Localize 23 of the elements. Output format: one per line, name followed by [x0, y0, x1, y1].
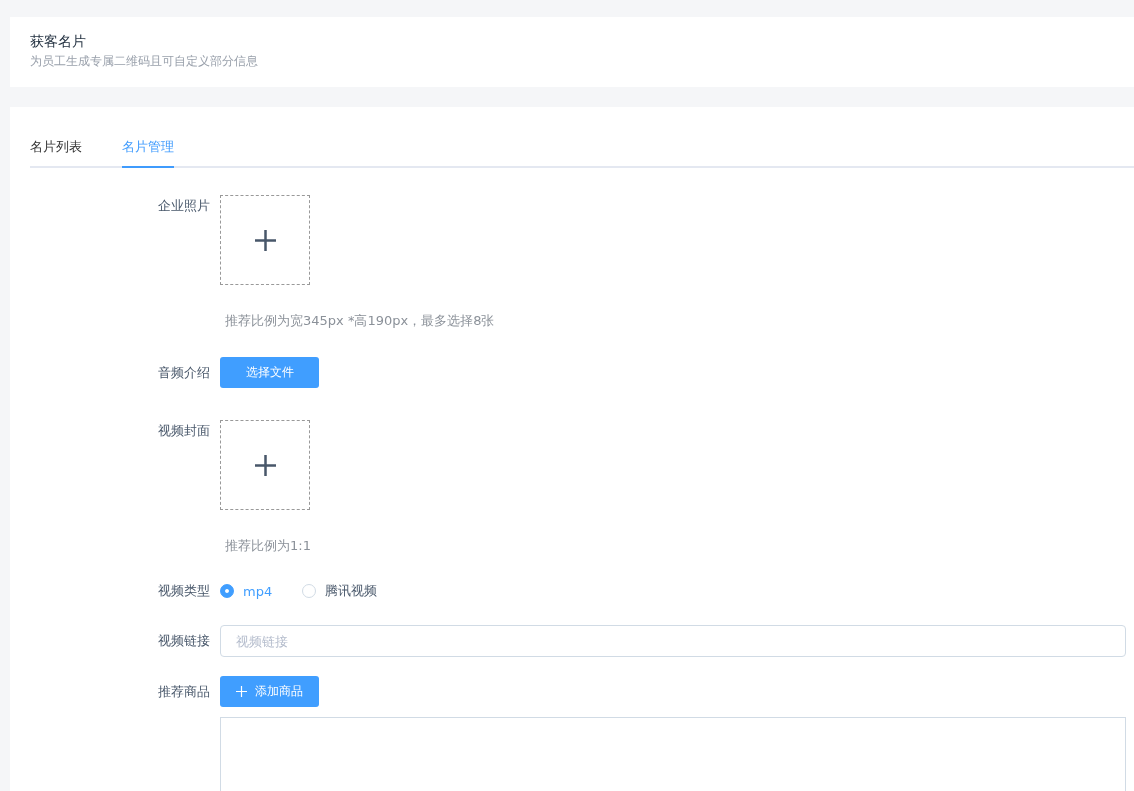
page-subtitle: 为员工生成专属二维码且可自定义部分信息 — [30, 53, 259, 70]
choose-file-button[interactable]: 选择文件 — [220, 357, 319, 388]
form-label: 视频链接 — [157, 632, 211, 650]
form-label: 企业照片 — [157, 197, 211, 215]
radio-label: mp4 — [243, 583, 273, 599]
radio-label: 腾讯视频 — [325, 582, 378, 600]
hint-text: 推荐比例为宽345px *高190px，最多选择8张 — [225, 312, 496, 330]
page-title: 获客名片 — [30, 32, 87, 51]
plus-icon — [254, 454, 276, 476]
video-link-field[interactable]: 视频链接 — [220, 625, 1126, 657]
radio-button[interactable] — [220, 584, 234, 598]
tab[interactable]: 名片管理 — [122, 135, 174, 168]
tab[interactable]: 名片列表 — [30, 135, 82, 168]
hint-text: 推荐比例为1:1 — [225, 537, 312, 555]
form-label: 视频类型 — [157, 582, 211, 600]
form-label: 音频介绍 — [157, 364, 211, 382]
add-product-button[interactable]: 添加商品 — [220, 676, 319, 707]
plus-icon — [254, 229, 276, 251]
form-label: 推荐商品 — [157, 683, 211, 701]
form-label: 视频封面 — [157, 422, 211, 440]
upload-box[interactable] — [220, 420, 310, 510]
upload-box[interactable] — [220, 195, 310, 285]
plus-icon — [236, 686, 247, 697]
